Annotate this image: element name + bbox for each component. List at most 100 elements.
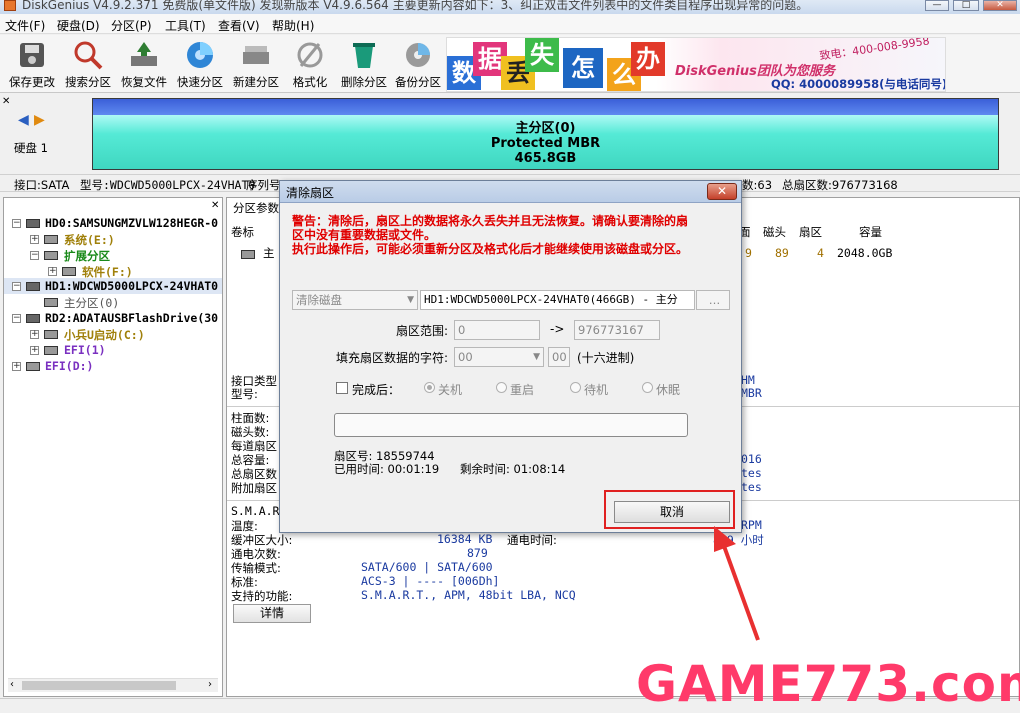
range-end-input[interactable]: 976773167	[574, 320, 660, 340]
expand-icon[interactable]: +	[48, 267, 57, 276]
warning-line-3: 执行此操作后，可能必须重新分区及格式化后才能继续使用该磁盘或分区。	[292, 242, 689, 256]
collapse-icon[interactable]: −	[12, 314, 21, 323]
value-features: S.M.A.R.T., APM, 48bit LBA, NCQ	[361, 588, 576, 602]
col-heads: 磁头	[763, 225, 786, 239]
after-done-checkbox[interactable]	[336, 382, 348, 394]
delete-partition-button[interactable]: 删除分区	[336, 37, 392, 91]
label-features: 支持的功能:	[231, 589, 293, 603]
minimize-button[interactable]: —	[925, 0, 949, 11]
banner-char: 办	[631, 42, 665, 76]
tree-item-system[interactable]: 系统(E:)	[64, 232, 115, 248]
wipe-mode-value: 清除磁盘	[296, 293, 342, 307]
label-power-time: 通电时间:	[507, 533, 557, 547]
serial-info: 序列号	[246, 178, 281, 192]
collapse-icon[interactable]: −	[30, 251, 39, 260]
new-partition-icon	[239, 39, 273, 71]
shutdown-radio[interactable]	[424, 382, 435, 393]
value-hm: HM	[741, 373, 755, 387]
menu-tools[interactable]: 工具(T)	[165, 17, 206, 34]
tree-item-extended[interactable]: 扩展分区	[64, 248, 110, 264]
format-button[interactable]: 格式化	[282, 37, 338, 91]
delete-icon	[347, 39, 381, 71]
tree-horizontal-scrollbar[interactable]: ‹ ›	[8, 678, 218, 692]
total-sectors-info: 总扇区数:976773168	[782, 178, 898, 192]
expand-icon[interactable]: +	[30, 235, 39, 244]
watermark-text: GAME773.com	[636, 655, 1020, 713]
dialog-close-button[interactable]: ✕	[707, 183, 737, 200]
close-panel-icon[interactable]: ✕	[2, 96, 10, 107]
value-016: 016	[741, 452, 762, 466]
interface-info: 接口:SATA	[14, 178, 70, 192]
partition-bar-strip	[93, 99, 998, 115]
row-sectors: 4	[817, 246, 824, 260]
disk-icon	[26, 282, 40, 291]
fill-char-input[interactable]: 00	[548, 347, 570, 367]
expand-icon[interactable]: +	[30, 330, 39, 339]
restart-label: 重启	[510, 383, 535, 397]
tree-item-rd2[interactable]: RD2:ADATAUSBFlashDrive(30	[45, 311, 218, 325]
expand-icon[interactable]: +	[30, 346, 39, 355]
maximize-button[interactable]: □	[953, 0, 979, 11]
standby-label: 待机	[584, 383, 609, 397]
disk-icon	[26, 219, 40, 228]
tree-item-hd0[interactable]: HD0:SAMSUNGMZVLW128HEGR-0	[45, 216, 218, 230]
details-button[interactable]: 详情	[233, 604, 311, 623]
scroll-thumb[interactable]	[22, 681, 176, 690]
value-bytes-1: tes	[741, 466, 762, 480]
new-partition-button[interactable]: 新建分区	[228, 37, 284, 91]
next-disk-icon[interactable]: ▶	[34, 112, 45, 128]
target-disk-field[interactable]: HD1:WDCWD5000LPCX-24VHAT0(466GB) - 主分	[420, 290, 695, 310]
collapse-icon[interactable]: −	[12, 219, 21, 228]
label-extra-sectors: 附加扇区	[231, 481, 277, 495]
hibernate-label: 休眠	[656, 383, 681, 397]
sectors-per-track-info: 数:63	[742, 178, 773, 192]
close-window-button[interactable]: ✕	[983, 0, 1017, 11]
prev-disk-icon[interactable]: ◀	[18, 112, 29, 128]
tree-item-primary[interactable]: 主分区(0)	[64, 295, 119, 311]
search-partition-button[interactable]: 搜索分区	[60, 37, 116, 91]
partition-icon	[44, 346, 58, 355]
value-cache: 16384 KB	[437, 532, 493, 546]
value-transfer: SATA/600 | SATA/600	[361, 560, 493, 574]
save-changes-button[interactable]: 保存更改	[4, 37, 60, 91]
wipe-sectors-dialog: 清除扇区 ✕ 警告：清除后，扇区上的数据将永久丢失并且无法恢复。请确认要清除的扇…	[279, 180, 742, 533]
save-icon	[15, 39, 49, 71]
tree-item-hd1[interactable]: HD1:WDCWD5000LPCX-24VHAT0	[45, 279, 218, 293]
ad-banner[interactable]: 数 据 丢 失 怎 么 办 DiskGenius团队为您服务 致电：400-00…	[446, 37, 946, 92]
expand-icon[interactable]: +	[12, 362, 21, 371]
partition-icon	[44, 251, 58, 260]
menu-file[interactable]: 文件(F)	[5, 17, 45, 34]
backup-partition-button[interactable]: 备份分区	[390, 37, 446, 91]
standby-radio[interactable]	[570, 382, 581, 393]
menu-partition[interactable]: 分区(P)	[111, 17, 152, 34]
chevron-down-icon: ▼	[533, 352, 540, 362]
partition-name: 主分区(0)	[515, 121, 576, 136]
collapse-icon[interactable]: −	[12, 282, 21, 291]
scroll-left-icon[interactable]: ‹	[10, 679, 14, 690]
browse-button[interactable]: …	[696, 290, 730, 310]
banner-char: 失	[525, 38, 559, 72]
range-start-input[interactable]: 0	[454, 320, 540, 340]
quick-partition-button[interactable]: 快速分区	[172, 37, 228, 91]
hex-hint: (十六进制)	[577, 351, 635, 365]
watermark: GAME773.com	[636, 655, 1020, 713]
scroll-right-icon[interactable]: ›	[208, 679, 212, 690]
fill-char-select[interactable]: 00 ▼	[454, 347, 544, 367]
tree-item-efi-d[interactable]: EFI(D:)	[45, 359, 93, 373]
menu-help[interactable]: 帮助(H)	[272, 17, 314, 34]
close-tree-icon[interactable]: ✕	[211, 200, 219, 211]
value-standard: ACS-3 | ---- [006Dh]	[361, 574, 500, 588]
wipe-mode-select[interactable]: 清除磁盘 ▼	[292, 290, 418, 310]
restart-radio[interactable]	[496, 382, 507, 393]
menu-disk[interactable]: 硬盘(D)	[57, 17, 100, 34]
menu-view[interactable]: 查看(V)	[218, 17, 260, 34]
menu-bar: 文件(F) 硬盘(D) 分区(P) 工具(T) 查看(V) 帮助(H)	[0, 14, 1020, 34]
col-capacity: 容量	[859, 225, 882, 239]
tree-item-usb-boot[interactable]: 小兵U启动(C:)	[64, 327, 145, 343]
hibernate-radio[interactable]	[642, 382, 653, 393]
tab-partition-params[interactable]: 分区参数	[233, 200, 279, 216]
value-mbr: MBR	[741, 386, 762, 400]
partition-bar[interactable]: 主分区(0) Protected MBR 465.8GB	[92, 98, 999, 170]
recover-files-button[interactable]: 恢复文件	[116, 37, 172, 91]
tree-item-efi1[interactable]: EFI(1)	[64, 343, 106, 357]
